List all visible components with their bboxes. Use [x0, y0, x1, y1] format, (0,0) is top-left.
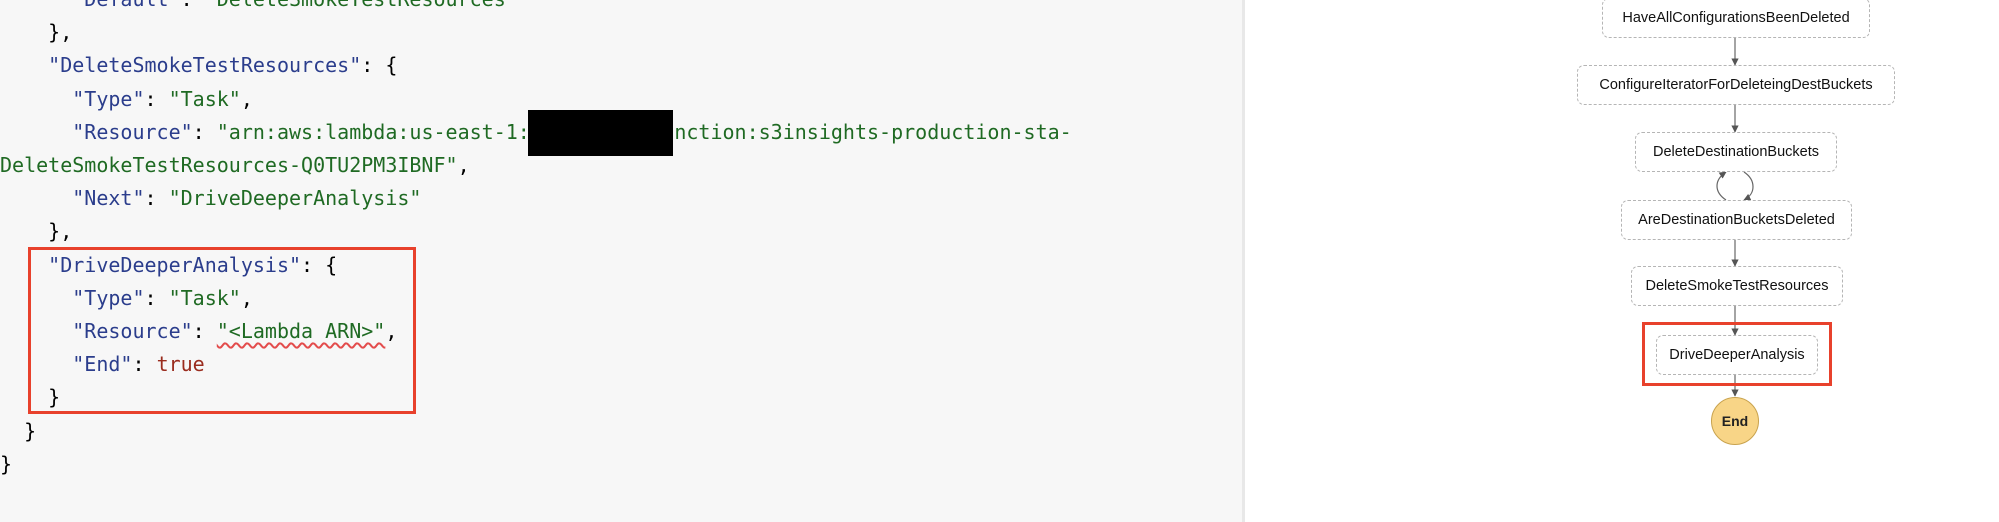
drive-deeper-analysis-node-highlight [1642, 322, 1832, 386]
state-have-all-configurations-been-deleted[interactable]: HaveAllConfigurationsBeenDeleted [1602, 0, 1870, 38]
state-delete-destination-buckets[interactable]: DeleteDestinationBuckets [1635, 132, 1837, 172]
state-are-destination-buckets-deleted[interactable]: AreDestinationBucketsDeleted [1621, 200, 1852, 240]
edge-delete-buckets-to-check [1743, 171, 1754, 201]
state-end[interactable]: End [1711, 397, 1759, 445]
edge-check-loop-back [1716, 171, 1727, 201]
state-configure-iterator-for-deleteing-dest-buckets[interactable]: ConfigureIteratorForDeleteingDestBuckets [1577, 65, 1895, 105]
state-delete-smoke-test-resources[interactable]: DeleteSmokeTestResources [1631, 266, 1843, 306]
